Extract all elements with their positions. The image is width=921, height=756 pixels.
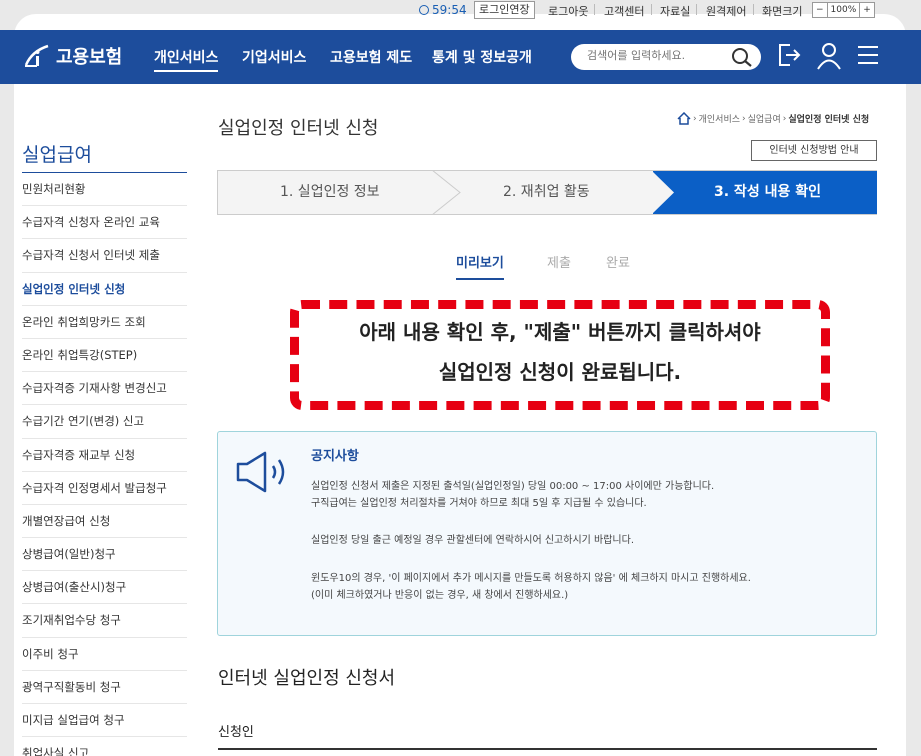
search-box <box>571 44 761 70</box>
chevron-right-icon: › <box>693 113 697 124</box>
instruction-callout: 아래 내용 확인 후, "제출" 버튼까지 클릭하셔야 실업인정 신청이 완료됩… <box>290 300 830 410</box>
side-nav-item[interactable]: 온라인 취업특강(STEP) <box>22 339 187 373</box>
zoom-out-button[interactable]: − <box>813 3 828 17</box>
divider <box>753 4 754 15</box>
breadcrumb-current: 실업인정 인터넷 신청 <box>788 115 870 125</box>
side-nav-item[interactable]: 이주비 청구 <box>22 638 187 671</box>
callout-line-1: 아래 내용 확인 후, "제출" 버튼까지 클릭하셔야 <box>359 320 761 344</box>
callout-line-2: 실업인정 신청이 완료됩니다. <box>438 360 682 384</box>
global-nav: 고용보험 개인서비스 기업서비스 고용보험 제도 통계 및 정보공개 <box>0 30 921 84</box>
applicant-subtitle: 신청인 <box>218 725 254 740</box>
notice-line: 실업인정 당일 출근 예정일 경우 관할센터에 연락하시어 신고하시기 바랍니다… <box>311 535 635 546</box>
side-nav-item-active[interactable]: 실업인정 인터넷 신청 <box>22 273 187 306</box>
notice-line: 실업인정 신청서 제출은 지정된 출석일(실업인정일) 당일 00:00 ~ 1… <box>311 481 715 492</box>
guide-button[interactable]: 인터넷 신청방법 안내 <box>751 140 877 161</box>
side-nav-item[interactable]: 조기재취업수당 청구 <box>22 604 187 638</box>
site-logo[interactable]: 고용보험 <box>22 43 122 69</box>
home-icon[interactable] <box>677 112 691 125</box>
step-1: 1. 실업인정 정보 <box>280 184 380 200</box>
step-2: 2. 재취업 활동 <box>503 184 590 200</box>
side-nav-item[interactable]: 취업사실 신고 <box>22 737 187 756</box>
divider <box>594 4 595 15</box>
notice-line: 윈도우10의 경우, '이 페이지에서 추가 메시지를 만들도록 허용하지 않음… <box>311 573 751 584</box>
form-section-title: 인터넷 실업인정 신청서 <box>218 668 396 689</box>
notice-panel: 공지사항 실업인정 신청서 제출은 지정된 출석일(실업인정일) 당일 00:0… <box>217 431 877 636</box>
side-nav-item[interactable]: 수급자격증 재교부 신청 <box>22 439 187 472</box>
step-3-active: 3. 작성 내용 확인 <box>653 171 877 214</box>
divider <box>651 4 652 15</box>
side-nav-item[interactable]: 미지급 실업급여 청구 <box>22 704 187 738</box>
search-input[interactable] <box>587 49 727 62</box>
tab-complete[interactable]: 완료 <box>606 252 630 271</box>
logout-link[interactable]: 로그아웃 <box>548 3 588 19</box>
login-extend-button[interactable]: 로그인연장 <box>474 1 535 19</box>
search-icon[interactable] <box>731 47 753 67</box>
notice-line: 구직급여는 실업인정 처리절차를 거쳐야 하므로 최대 5일 후 지급될 수 있… <box>311 498 647 509</box>
menu-icon[interactable] <box>857 42 879 68</box>
side-nav-item[interactable]: 광역구직활동비 청구 <box>22 671 187 704</box>
step-arrow-icon <box>431 170 461 215</box>
gnb-personal-service[interactable]: 개인서비스 <box>154 47 219 72</box>
session-timer: 59:54 <box>419 3 467 17</box>
side-nav-item[interactable]: 민원처리현황 <box>22 173 187 207</box>
session-timer-value: 59:54 <box>432 3 467 17</box>
zoom-in-button[interactable]: + <box>860 3 874 17</box>
utility-bar: 59:54 로그인연장 로그아웃 고객센터 자료실 원격제어 화면크기 − 10… <box>0 0 921 22</box>
breadcrumb-item[interactable]: 개인서비스 <box>699 112 740 125</box>
step-arrow-icon <box>652 171 674 214</box>
chevron-right-icon: › <box>742 113 746 124</box>
screen-size-label: 화면크기 <box>762 5 803 18</box>
tab-preview[interactable]: 미리보기 <box>456 252 504 280</box>
breadcrumb-item[interactable]: 실업급여 <box>748 112 781 125</box>
logo-text: 고용보험 <box>56 47 123 68</box>
divider <box>218 748 877 750</box>
side-nav-item[interactable]: 수급자격증 기재사항 변경신고 <box>22 372 187 406</box>
gnb-statistics[interactable]: 통계 및 정보공개 <box>432 47 532 67</box>
gnb-insurance-system[interactable]: 고용보험 제도 <box>330 47 412 67</box>
logout-icon[interactable] <box>777 42 801 68</box>
divider <box>696 4 697 15</box>
user-icon[interactable] <box>816 42 842 70</box>
side-nav-item[interactable]: 온라인 취업희망카드 조회 <box>22 306 187 339</box>
side-nav-item[interactable]: 수급자격 신청자 온라인 교육 <box>22 206 187 240</box>
notice-title: 공지사항 <box>311 449 359 464</box>
gnb-business-service[interactable]: 기업서비스 <box>242 47 306 67</box>
ei-logo-icon <box>24 44 49 67</box>
side-nav-item[interactable]: 상병급여(출산시)청구 <box>22 571 187 605</box>
zoom-level: 100% <box>828 3 861 17</box>
side-nav-item[interactable]: 상병급여(일반)청구 <box>22 538 187 572</box>
notice-line: (이미 체크하였거나 반응이 없는 경우, 새 창에서 진행하세요.) <box>311 590 569 601</box>
remote-control-link[interactable]: 원격제어 <box>706 3 746 19</box>
zoom-control: − 100% + <box>812 2 875 18</box>
side-nav-item[interactable]: 개별연장급여 신청 <box>22 505 187 539</box>
side-nav: 실업급여 민원처리현황 수급자격 신청자 온라인 교육 수급자격 신청서 인터넷… <box>22 140 187 756</box>
tab-submit[interactable]: 제출 <box>547 252 571 271</box>
side-nav-title: 실업급여 <box>22 140 187 173</box>
breadcrumb: › 개인서비스 › 실업급여 › 실업인정 인터넷 신청 <box>677 112 869 125</box>
library-link[interactable]: 자료실 <box>660 3 690 19</box>
side-nav-item[interactable]: 수급자격 인정명세서 발급청구 <box>22 472 187 505</box>
step-indicator: 1. 실업인정 정보 2. 재취업 활동 3. 작성 내용 확인 <box>217 170 877 215</box>
side-nav-item[interactable]: 수급자격 신청서 인터넷 제출 <box>22 239 187 273</box>
clock-icon <box>419 5 429 15</box>
customer-center-link[interactable]: 고객센터 <box>604 3 644 19</box>
side-nav-item[interactable]: 수급기간 연기(변경) 신고 <box>22 405 187 439</box>
speaker-icon <box>236 451 285 493</box>
page-title: 실업인정 인터넷 신청 <box>218 118 379 139</box>
chevron-right-icon: › <box>782 113 787 124</box>
